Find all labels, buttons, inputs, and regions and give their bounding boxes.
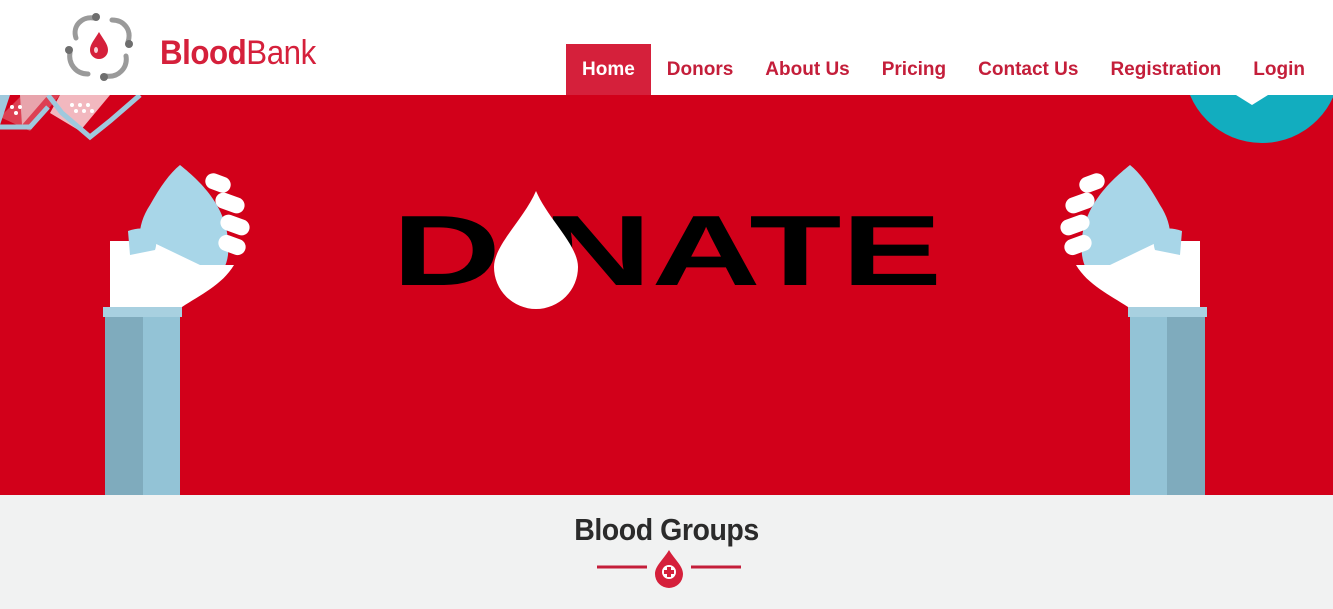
nav-home[interactable]: Home — [566, 44, 651, 95]
nav-about-us[interactable]: About Us — [749, 44, 865, 95]
blood-groups-section: Blood Groups — [0, 495, 1333, 609]
nav-contact-us[interactable]: Contact Us — [962, 44, 1094, 95]
title-divider — [597, 550, 741, 588]
nav-login[interactable]: Login — [1237, 44, 1321, 95]
left-hand-illustration — [103, 165, 250, 495]
brand-name: BloodBank — [160, 34, 316, 73]
nav-registration[interactable]: Registration — [1094, 44, 1237, 95]
donate-illustration: D NATE — [0, 95, 1333, 495]
teal-bubble-decoration — [1190, 95, 1333, 143]
brand-name-light: Bank — [246, 33, 316, 72]
right-hand-illustration — [1060, 165, 1207, 495]
blood-drop-hands-icon — [65, 13, 133, 81]
site-header: BloodBank Home Donors About Us Pricing C… — [0, 0, 1333, 95]
nav-pricing[interactable]: Pricing — [866, 44, 962, 95]
logo[interactable]: BloodBank — [58, 8, 329, 84]
main-nav: Home Donors About Us Pricing Contact Us … — [566, 44, 1321, 95]
nav-donors[interactable]: Donors — [651, 44, 750, 95]
blood-drop-plus-icon — [655, 550, 683, 588]
donate-wordmark: D NATE — [392, 191, 942, 309]
section-title: Blood Groups — [574, 512, 759, 547]
bandage-decoration — [0, 95, 142, 141]
brand-name-bold: Blood — [160, 33, 247, 72]
donate-text: D NATE — [392, 195, 942, 307]
hero-banner: D NATE — [0, 95, 1333, 495]
